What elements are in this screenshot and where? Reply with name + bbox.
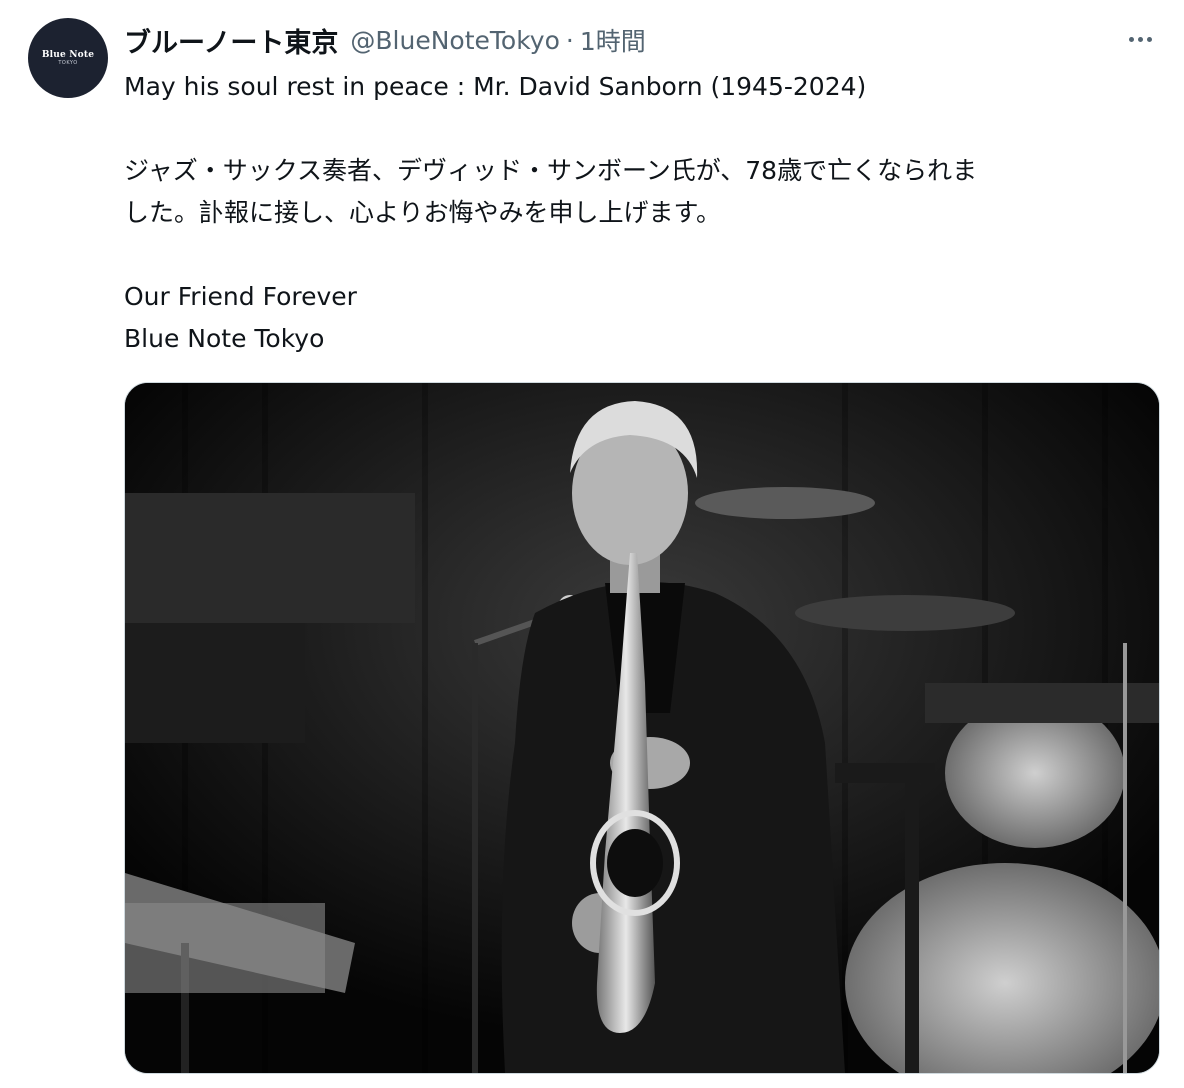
tweet-text-line: May his soul rest in peace : Mr. David S… — [124, 72, 867, 101]
tweet-text-line: ジャズ・サックス奏者、デヴィッド・サンボーン氏が、78歳で亡くなられま — [124, 156, 978, 185]
more-dot — [1128, 36, 1134, 42]
display-name[interactable]: ブルーノート東京 — [124, 21, 338, 60]
user-handle[interactable]: @BlueNoteTokyo — [350, 26, 560, 55]
avatar-logo-text: Blue Note — [41, 49, 95, 60]
avatar[interactable]: Blue Note TOKYO — [28, 18, 108, 98]
blue-note-logo: Blue Note — [42, 50, 94, 60]
saxophonist-photo — [125, 383, 1159, 1073]
tweet-text: May his soul rest in peace : Mr. David S… — [124, 66, 1154, 360]
tweet-text-line: Blue Note Tokyo — [124, 324, 325, 353]
more-dot — [1137, 36, 1143, 42]
timestamp[interactable]: 1時間 — [580, 22, 646, 58]
tweet-photo[interactable] — [124, 382, 1160, 1074]
separator-dot: · — [565, 25, 574, 55]
tweet-text-line: した。訃報に接し、心よりお悔やみを申し上げます。 — [124, 198, 722, 227]
tweet[interactable]: Blue Note TOKYO ブルーノート東京 @BlueNoteTokyo … — [0, 0, 1184, 1088]
more-dot — [1146, 36, 1152, 42]
avatar-sub-text: TOKYO — [58, 59, 78, 66]
more-horizontal-icon[interactable] — [1118, 24, 1162, 54]
tweet-text-line: Our Friend Forever — [124, 282, 357, 311]
tweet-header: ブルーノート東京 @BlueNoteTokyo · 1時間 — [124, 20, 646, 60]
